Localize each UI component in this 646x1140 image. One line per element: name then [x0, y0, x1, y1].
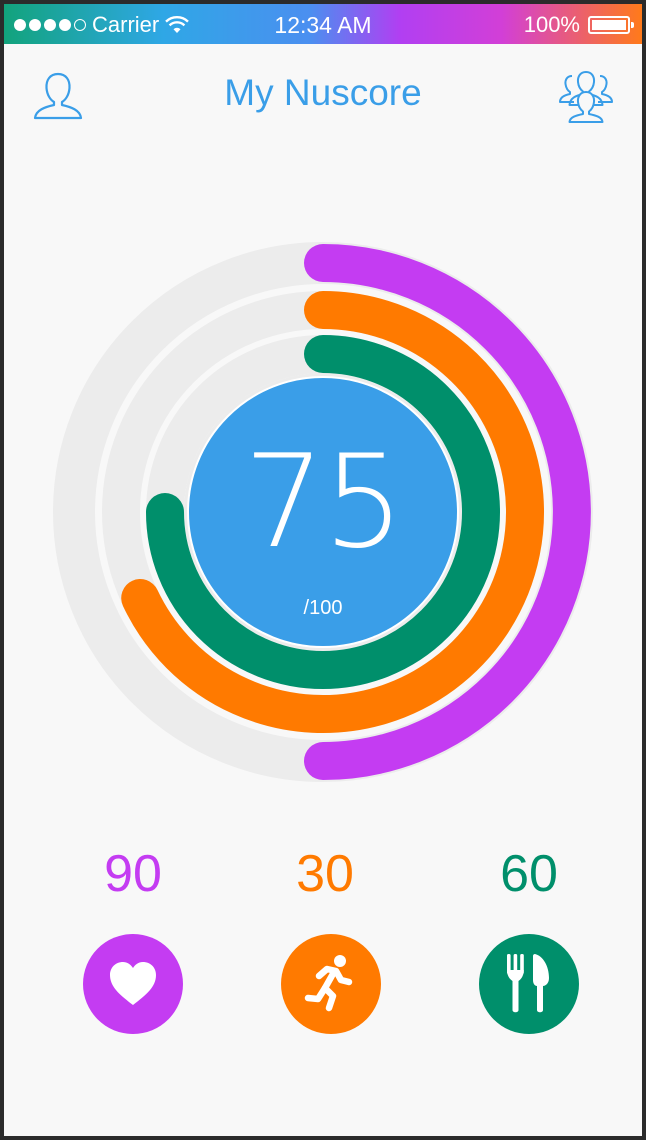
- running-person-icon: [304, 955, 353, 1012]
- heart-icon: [110, 962, 156, 1005]
- score-value: 75: [243, 428, 405, 577]
- app-screen: Carrier 12:34 AM 100% My Nuscore 75 /100…: [4, 4, 642, 1136]
- activity-button[interactable]: [281, 934, 381, 1034]
- heart-score: 90: [104, 845, 162, 903]
- activity-score: 30: [296, 845, 354, 903]
- score-max: /100: [303, 597, 343, 619]
- nutrition-button[interactable]: [479, 934, 579, 1034]
- heart-button[interactable]: [83, 934, 183, 1034]
- fork-knife-icon: [507, 954, 549, 1013]
- nutrition-score: 60: [500, 845, 558, 903]
- score-display: 75 /100: [186, 379, 460, 653]
